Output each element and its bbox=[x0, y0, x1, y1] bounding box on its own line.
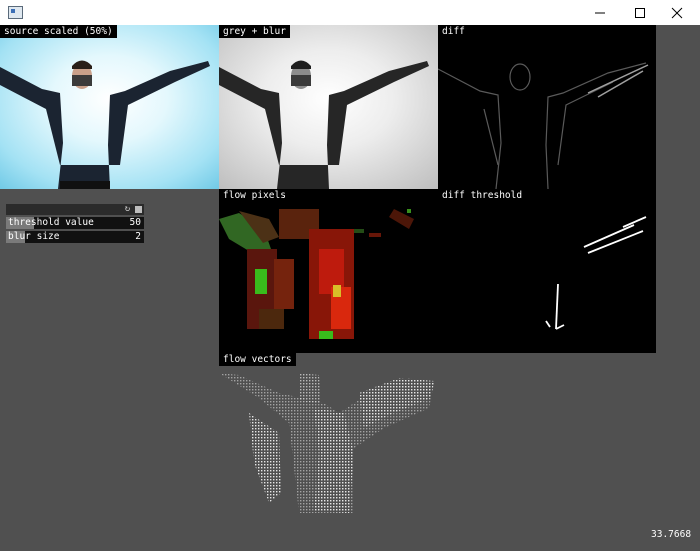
threshold-value-value: 50 bbox=[129, 217, 141, 228]
panel-label-diff: diff bbox=[438, 25, 469, 38]
threshold-value-label: threshold value bbox=[8, 217, 94, 228]
panel-label-flow-pixels: flow pixels bbox=[219, 189, 290, 202]
diff-threshold-image bbox=[545, 216, 647, 330]
minimize-icon bbox=[595, 12, 605, 13]
reload-icon[interactable]: ↻ bbox=[123, 204, 132, 215]
close-button[interactable] bbox=[654, 0, 700, 25]
panel-label-diff-threshold: diff threshold bbox=[438, 189, 527, 202]
blur-size-label: blur size bbox=[8, 231, 60, 242]
close-icon bbox=[671, 7, 683, 18]
maximize-icon bbox=[635, 7, 645, 18]
blur-size-value: 2 bbox=[135, 231, 141, 242]
flow-pixels-image bbox=[219, 209, 414, 339]
title-bar bbox=[0, 0, 700, 25]
threshold-value-slider[interactable]: threshold value 50 bbox=[6, 217, 144, 229]
diff-image bbox=[438, 62, 649, 189]
source-viewport: source scaled (50%) bbox=[0, 25, 219, 189]
blur-size-slider[interactable]: blur size 2 bbox=[6, 231, 144, 243]
source-image bbox=[0, 25, 219, 189]
panel-label-flow-vectors: flow vectors bbox=[219, 353, 296, 366]
settings-panel-header[interactable]: ↻ bbox=[6, 204, 144, 215]
panel-label-source: source scaled (50%) bbox=[0, 25, 117, 38]
flow-vectors-image bbox=[219, 373, 434, 513]
flow-pixels-viewport: flow pixels bbox=[219, 189, 438, 353]
fps-counter: 33.7668 bbox=[651, 529, 692, 540]
panel-label-grey: grey + blur bbox=[219, 25, 290, 38]
save-icon[interactable] bbox=[135, 206, 142, 213]
diff-viewport: diff bbox=[438, 25, 656, 189]
app-icon bbox=[8, 6, 23, 19]
grey-viewport: grey + blur bbox=[219, 25, 438, 189]
grey-image bbox=[219, 25, 438, 189]
diff-threshold-viewport: diff threshold bbox=[438, 189, 656, 353]
settings-panel: ↻ threshold value 50 blur size 2 bbox=[6, 204, 144, 243]
flow-vectors-viewport: flow vectors bbox=[219, 353, 438, 517]
